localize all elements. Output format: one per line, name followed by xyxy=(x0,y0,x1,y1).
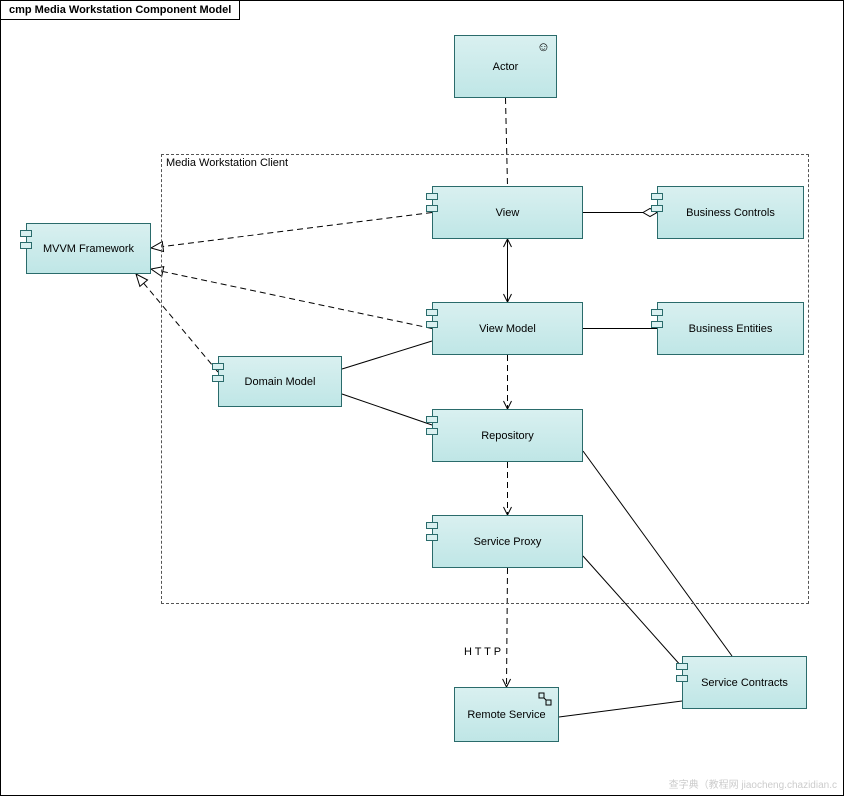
watermark: 查字典（教程网 jiaocheng.chazidian.c xyxy=(669,776,837,791)
port-icon xyxy=(538,692,552,706)
component-icon xyxy=(426,309,438,333)
node-service-proxy: Service Proxy xyxy=(432,515,583,568)
node-mvvm-framework: MVVM Framework xyxy=(26,223,151,274)
component-icon xyxy=(20,230,32,254)
node-domain-model: Domain Model xyxy=(218,356,342,407)
node-label: Service Contracts xyxy=(701,677,788,689)
node-label: Remote Service xyxy=(467,709,545,721)
component-icon xyxy=(426,416,438,440)
node-label: Domain Model xyxy=(245,376,316,388)
node-service-contracts: Service Contracts xyxy=(682,656,807,709)
node-repository: Repository xyxy=(432,409,583,462)
package-label: Media Workstation Client xyxy=(166,157,288,169)
node-label: Repository xyxy=(481,430,534,442)
node-label: Service Proxy xyxy=(474,536,542,548)
actor-icon: ☺ xyxy=(537,40,550,53)
component-icon xyxy=(651,193,663,217)
node-actor: ☺ Actor xyxy=(454,35,557,98)
connector-remote-sc xyxy=(559,701,682,717)
node-label: View xyxy=(496,207,520,219)
diagram-frame: cmp Media Workstation Component Model Me… xyxy=(0,0,844,796)
node-view: View xyxy=(432,186,583,239)
connector-label-http: H T T P xyxy=(464,646,501,658)
node-label: MVVM Framework xyxy=(43,243,134,255)
component-icon xyxy=(426,193,438,217)
node-business-entities: Business Entities xyxy=(657,302,804,355)
node-label: View Model xyxy=(479,323,536,335)
node-business-controls: Business Controls xyxy=(657,186,804,239)
node-label: Business Controls xyxy=(686,207,775,219)
component-icon xyxy=(212,363,224,387)
diagram-title: cmp Media Workstation Component Model xyxy=(1,1,240,20)
component-icon xyxy=(426,522,438,546)
node-view-model: View Model xyxy=(432,302,583,355)
node-label: Actor xyxy=(493,61,519,73)
node-label: Business Entities xyxy=(689,323,773,335)
node-remote-service: Remote Service xyxy=(454,687,559,742)
component-icon xyxy=(651,309,663,333)
component-icon xyxy=(676,663,688,687)
